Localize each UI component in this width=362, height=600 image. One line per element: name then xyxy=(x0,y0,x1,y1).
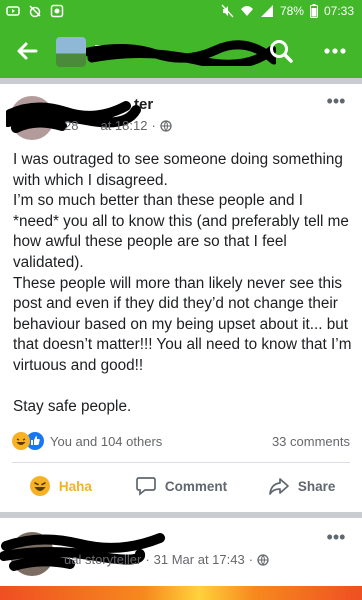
share-button[interactable]: Share xyxy=(241,466,362,506)
post-blank-line xyxy=(13,377,353,398)
more-icon[interactable] xyxy=(320,36,350,66)
meta-separator: · xyxy=(248,552,254,567)
mute-icon xyxy=(221,4,234,18)
next-post-options-icon[interactable]: ••• xyxy=(322,528,350,550)
post-card: ter 28 at 18:12 · ••• I was outraged to … xyxy=(0,84,362,512)
redaction-scribble xyxy=(6,101,141,133)
meta-separator: · xyxy=(151,118,156,133)
author-badge: ual storyteller xyxy=(64,552,142,567)
youtube-icon xyxy=(6,6,20,16)
search-icon[interactable] xyxy=(266,36,296,66)
comment-button[interactable]: Comment xyxy=(121,466,242,506)
back-arrow-icon[interactable] xyxy=(14,38,40,64)
redaction-scribble xyxy=(0,533,165,571)
app-bar: B xyxy=(0,24,362,78)
haha-button[interactable]: Haha xyxy=(0,466,121,506)
post-time[interactable]: at 18:12 xyxy=(100,118,147,133)
next-post-meta: ual storyteller · 31 Mar at 17:43 · xyxy=(64,552,269,567)
group-thumbnail[interactable] xyxy=(56,37,86,67)
haha-reaction-icon xyxy=(12,432,30,450)
signal-icon xyxy=(260,5,273,17)
reaction-count-text: You and 104 others xyxy=(50,433,163,449)
reaction-summary[interactable]: You and 104 others xyxy=(12,432,162,450)
share-icon xyxy=(269,478,289,495)
status-bar: 78% 07:33 xyxy=(0,0,362,24)
system-icons: 78% 07:33 xyxy=(220,4,354,18)
post-paragraph: I’m so much better than these people and… xyxy=(13,192,354,271)
comment-label: Comment xyxy=(164,478,228,494)
post-date[interactable]: 28 xyxy=(64,118,78,133)
comments-count[interactable]: 33 comments xyxy=(272,434,350,449)
redaction-scribble xyxy=(86,40,276,66)
battery-percent: 78% xyxy=(279,4,304,18)
haha-label: Haha xyxy=(58,478,92,494)
next-post-date[interactable]: 31 Mar at 17:43 xyxy=(154,552,245,567)
meta-separator: · xyxy=(145,552,150,567)
divider xyxy=(12,462,350,463)
comment-icon xyxy=(136,477,156,496)
globe-icon xyxy=(160,119,172,132)
battery-icon xyxy=(309,4,318,18)
post-body: I was outraged to see someone doing some… xyxy=(13,150,353,418)
notification-icons xyxy=(6,4,64,18)
next-post-card: ual storyteller · 31 Mar at 17:43 · ••• xyxy=(0,518,362,600)
clock-time: 07:33 xyxy=(323,4,354,18)
post-options-icon[interactable]: ••• xyxy=(322,92,350,114)
post-actions: Haha Comment Share xyxy=(0,466,362,506)
next-post-image[interactable] xyxy=(0,586,362,600)
globe-icon xyxy=(257,553,269,566)
post-paragraph: I was outraged to see someone doing some… xyxy=(13,151,348,189)
share-label: Share xyxy=(297,478,336,494)
alarm-off-icon xyxy=(29,5,41,18)
post-paragraph: These people will more than likely never… xyxy=(13,274,356,374)
post-meta: 28 at 18:12 · xyxy=(64,118,172,133)
wifi-icon xyxy=(240,6,253,16)
post-paragraph: Stay safe people. xyxy=(13,398,132,416)
haha-icon xyxy=(29,476,50,496)
messenger-icon xyxy=(50,4,64,18)
